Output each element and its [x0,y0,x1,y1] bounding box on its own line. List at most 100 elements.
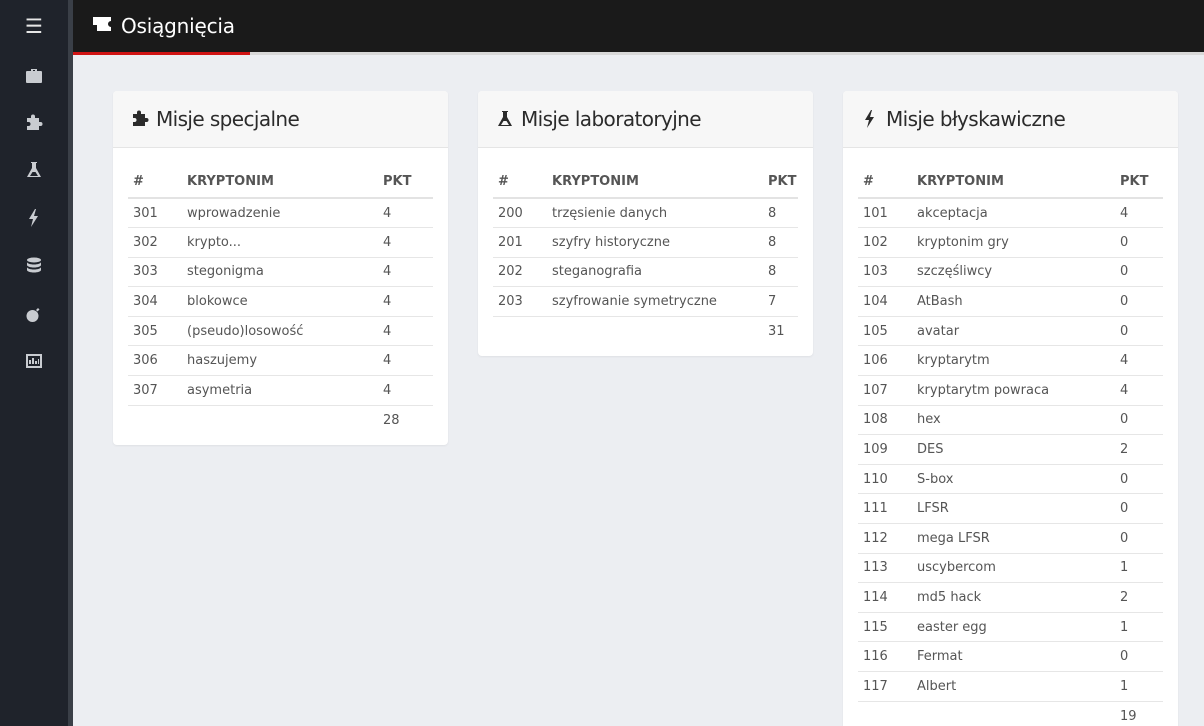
table-row: 302 krypto... 4 [128,227,433,258]
table-row: 103 szczęśliwcy 0 [858,257,1163,288]
sidebar: ☰ [0,0,73,726]
table-header-row: # KRYPTONIM PKT [128,165,433,199]
table-row: 115 easter egg 1 [858,612,1163,643]
mission-number: 106 [858,345,912,377]
sidebar-item-stats[interactable] [0,346,68,376]
mission-points: 0 [1115,257,1163,288]
mission-codename: steganografia [547,257,763,288]
table-row: 306 haszujemy 4 [128,345,433,377]
table-row: 201 szyfry historyczne 8 [493,227,798,258]
mission-points: 2 [1115,434,1163,465]
column-header-codename: KRYPTONIM [182,165,378,199]
table-row: 101 akceptacja 4 [858,198,1163,229]
sidebar-item-database[interactable] [0,251,68,281]
mission-codename: mega LFSR [912,523,1115,554]
table-header-row: # KRYPTONIM PKT [858,165,1163,199]
table-row: 307 asymetria 4 [128,375,433,406]
card-header: Misje błyskawiczne [843,91,1178,148]
mission-number: 302 [128,227,182,258]
sidebar-item-puzzle[interactable] [0,108,68,138]
mission-points: 4 [378,286,433,317]
table-row: 113 uscybercom 1 [858,553,1163,584]
mission-codename: szczęśliwcy [912,257,1115,288]
mission-points: 4 [1115,375,1163,406]
mission-points: 0 [1115,464,1163,495]
mission-number: 306 [128,345,182,377]
card-title: Misje specjalne [156,107,300,131]
sidebar-item-lab[interactable] [0,155,68,185]
table-row: 301 wprowadzenie 4 [128,198,433,229]
column-header-points: PKT [1115,165,1163,199]
mission-codename: Fermat [912,641,1115,672]
table-row: 305 (pseudo)losowość 4 [128,316,433,347]
table-row: 203 szyfrowanie symetryczne 7 [493,286,798,317]
mission-number: 108 [858,405,912,436]
sidebar-item-briefcase[interactable] [0,61,68,91]
mission-points: 4 [378,316,433,347]
mission-number: 107 [858,375,912,406]
table-row: 114 md5 hack 2 [858,582,1163,613]
sidebar-item-lightning[interactable] [0,203,68,233]
mission-codename: blokowce [182,286,378,317]
mission-codename: trzęsienie danych [547,198,763,229]
mission-number: 102 [858,227,912,258]
total-row: 28 [128,405,433,435]
mission-codename: hex [912,405,1115,436]
mission-points: 4 [378,257,433,288]
puzzle-icon [133,110,149,126]
bar-chart-icon [26,354,42,368]
sidebar-item-bomb[interactable] [0,299,68,329]
mission-points: 0 [1115,227,1163,258]
table-row: 110 S-box 0 [858,464,1163,495]
bomb-icon [26,305,43,322]
briefcase-icon [26,69,42,83]
missions-table: # KRYPTONIM PKT 101 akceptacja 4 102 krypton… [858,165,1163,726]
mission-number: 110 [858,464,912,495]
mission-codename: asymetria [182,375,378,406]
mission-points: 4 [1115,345,1163,377]
total-row: 31 [493,316,798,346]
mission-points: 4 [378,227,433,258]
table-row: 111 LFSR 0 [858,493,1163,525]
mission-points: 0 [1115,405,1163,436]
mission-number: 114 [858,582,912,613]
mission-number: 113 [858,553,912,584]
mission-codename: szyfry historyczne [547,227,763,258]
mission-number: 305 [128,316,182,347]
mission-codename: S-box [912,464,1115,495]
mission-codename: LFSR [912,493,1115,525]
mission-points: 4 [378,198,433,229]
table-row: 117 Albert 1 [858,671,1163,702]
mission-points: 0 [1115,316,1163,347]
points-total: 31 [768,323,785,339]
mission-number: 201 [493,227,547,258]
menu-toggle-button[interactable]: ☰ [0,0,68,52]
mission-points: 1 [1115,612,1163,643]
mission-codename: md5 hack [912,582,1115,613]
flask-icon [27,162,41,177]
mission-codename: kryptarytm [912,345,1115,377]
column-header-number: # [493,165,547,199]
table-row: 105 avatar 0 [858,316,1163,347]
mission-codename: (pseudo)losowość [182,316,378,347]
column-header-number: # [858,165,912,199]
mission-number: 200 [493,198,547,229]
top-bar: Osiągnięcia [73,0,1204,55]
mission-points: 8 [763,257,798,288]
mission-points: 4 [1115,198,1163,229]
mission-points: 0 [1115,523,1163,554]
table-row: 102 kryptonim gry 0 [858,227,1163,258]
mission-codename: kryptonim gry [912,227,1115,258]
header-underline [250,52,1204,55]
table-row: 108 hex 0 [858,405,1163,436]
mission-points: 1 [1115,671,1163,702]
mission-number: 103 [858,257,912,288]
mission-points: 8 [763,227,798,258]
mission-codename: avatar [912,316,1115,347]
total-row: 19 [858,701,1163,726]
mission-number: 117 [858,671,912,702]
points-total: 28 [383,412,400,428]
table-row: 116 Fermat 0 [858,641,1163,672]
mission-number: 105 [858,316,912,347]
table-row: 107 kryptarytm powraca 4 [858,375,1163,406]
